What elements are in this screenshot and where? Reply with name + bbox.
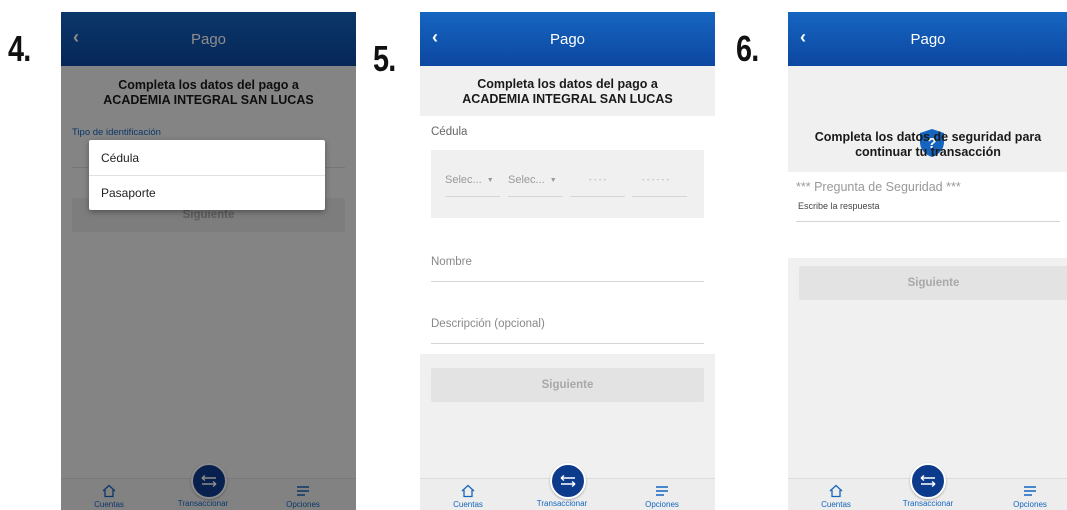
- next-button[interactable]: Siguiente: [431, 368, 704, 402]
- answer-underline: [796, 221, 1060, 222]
- id-select-2-underline: [508, 196, 563, 197]
- caret-down-icon: ▼: [549, 177, 557, 184]
- nav-transact-label: Transaccionar: [902, 499, 954, 508]
- id-type-dropdown: Cédula Pasaporte: [89, 140, 325, 210]
- nav-options-label: Opciones: [645, 500, 679, 509]
- home-icon: [829, 484, 843, 498]
- menu-lines-icon: [1024, 486, 1036, 496]
- id-part-2-underline: [632, 196, 687, 197]
- form-area: Cédula Selec... ▼ Selec... ▼ - - - - - - -…: [420, 116, 715, 354]
- next-button[interactable]: Siguiente: [799, 266, 1067, 300]
- page-title: Pago: [549, 30, 586, 48]
- nav-transact-label: Transaccionar: [536, 499, 588, 508]
- step-number-4: 4.: [8, 28, 31, 69]
- step-number-6: 6.: [736, 28, 759, 69]
- option-cedula[interactable]: Cédula: [89, 140, 325, 175]
- id-part-1-underline: [570, 196, 625, 197]
- id-part-2-input[interactable]: - - - - - -: [642, 175, 669, 184]
- step-number-5: 5.: [373, 38, 396, 79]
- nav-options-label: Opciones: [1013, 500, 1047, 509]
- nav-accounts[interactable]: Cuentas: [433, 482, 503, 509]
- phone-screen-4: ‹ Pago Completa los datos del pago a ACA…: [61, 12, 356, 510]
- name-underline: [431, 281, 704, 282]
- security-form: *** Pregunta de Seguridad *** Escribe la…: [788, 172, 1067, 258]
- app-bar: ‹ Pago: [420, 12, 715, 66]
- option-pasaporte[interactable]: Pasaporte: [89, 175, 325, 210]
- header-line-2: ACADEMIA INTEGRAL SAN LUCAS: [462, 92, 673, 106]
- nav-options[interactable]: Opciones: [627, 482, 697, 509]
- security-question: *** Pregunta de Seguridad ***: [796, 180, 961, 194]
- transfer-arrows-icon: [920, 474, 936, 488]
- nav-accounts-label: Cuentas: [821, 500, 851, 509]
- home-icon: [461, 484, 475, 498]
- phone-screen-6: ‹ Pago ? Completa los datos de seguridad…: [788, 12, 1067, 510]
- payment-header: Completa los datos del pago a ACADEMIA I…: [420, 66, 715, 116]
- transfer-button[interactable]: [549, 463, 586, 499]
- id-select-2[interactable]: Selec... ▼: [508, 174, 557, 186]
- id-select-1-underline: [445, 196, 500, 197]
- cedula-label: Cédula: [431, 126, 468, 138]
- app-bar: ‹ Pago: [788, 12, 1067, 66]
- phone-screen-5: ‹ Pago Completa los datos del pago a ACA…: [420, 12, 715, 510]
- description-input[interactable]: Descripción (opcional): [431, 318, 545, 330]
- nav-accounts-label: Cuentas: [453, 500, 483, 509]
- id-select-1-value: Selec...: [445, 174, 482, 186]
- menu-lines-icon: [656, 486, 668, 496]
- bottom-nav: Cuentas Transaccionar Opciones: [420, 463, 715, 510]
- page-title: Pago: [910, 30, 946, 48]
- security-line-1: Completa los datos de seguridad para: [814, 130, 1042, 144]
- nav-transact[interactable]: Transaccionar: [893, 499, 963, 508]
- nav-options[interactable]: Opciones: [995, 482, 1065, 509]
- chevron-left-icon[interactable]: ‹: [432, 28, 438, 46]
- transfer-button[interactable]: [910, 463, 946, 499]
- header-line-1: Completa los datos del pago a: [477, 77, 658, 91]
- security-header: ? Completa los datos de seguridad para c…: [788, 66, 1067, 172]
- id-select-2-value: Selec...: [508, 174, 545, 186]
- modal-backdrop[interactable]: [61, 12, 356, 510]
- answer-input[interactable]: Escribe la respuesta: [798, 201, 880, 211]
- security-line-2: continuar tu transacción: [855, 145, 1001, 159]
- bottom-nav: Cuentas Transaccionar Opciones: [788, 463, 1067, 510]
- transfer-arrows-icon: [560, 474, 575, 488]
- id-select-1[interactable]: Selec... ▼: [445, 174, 494, 186]
- nav-transact[interactable]: Transaccionar: [527, 499, 597, 508]
- caret-down-icon: ▼: [486, 177, 494, 184]
- id-part-1-input[interactable]: - - - -: [589, 175, 606, 184]
- name-input[interactable]: Nombre: [431, 256, 472, 268]
- id-number-group: Selec... ▼ Selec... ▼ - - - - - - - - - -: [431, 150, 704, 218]
- chevron-left-icon[interactable]: ‹: [800, 28, 806, 46]
- description-underline: [431, 343, 704, 344]
- nav-accounts[interactable]: Cuentas: [801, 482, 871, 509]
